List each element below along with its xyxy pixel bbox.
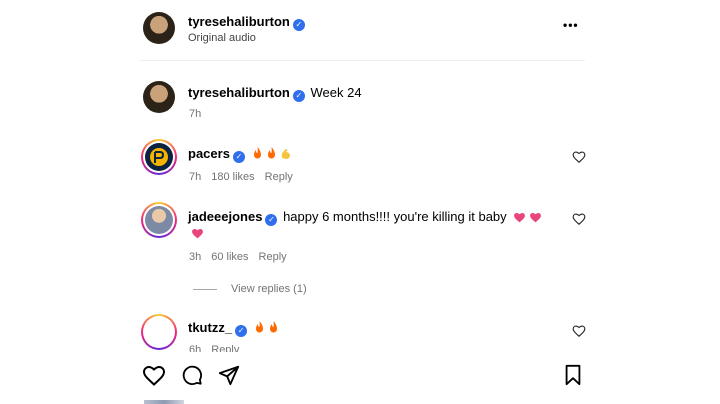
fire-emoji-icon	[253, 147, 261, 159]
comment-likes[interactable]: 60 likes	[211, 251, 248, 263]
fire-emoji-icon	[269, 321, 277, 333]
comment-row-jadeeejones: jadeeejones ✓ happy 6 months!!!! you're k…	[188, 208, 568, 226]
pink-heart-emoji-icon	[192, 228, 203, 239]
comment-row-tkutzz: tkutzz_ ✓	[188, 320, 279, 337]
header-username[interactable]: tyresehaliburton	[188, 14, 290, 29]
caption-username[interactable]: tyresehaliburton	[188, 85, 290, 100]
pink-heart-emoji-icon	[514, 212, 526, 223]
comment-username[interactable]: tkutzz_	[188, 320, 232, 335]
view-replies-line	[193, 289, 217, 290]
comment-time: 7h	[189, 171, 202, 183]
comment-like-heart-icon[interactable]	[572, 150, 586, 164]
verified-badge-icon: ✓	[232, 151, 245, 163]
flexed-bicep-emoji-icon	[281, 149, 290, 159]
caption-time: 7h	[189, 108, 202, 120]
comment-username[interactable]: jadeeejones	[188, 209, 262, 224]
pacers-logo-icon	[150, 148, 168, 166]
header-username-row[interactable]: tyresehaliburton ✓	[188, 13, 305, 31]
header-avatar[interactable]	[143, 12, 175, 44]
comment-text: happy 6 months!!!! you're killing it bab…	[283, 209, 507, 224]
share-icon[interactable]	[218, 364, 240, 386]
verified-badge-icon: ✓	[235, 325, 248, 337]
more-options-icon[interactable]: •••	[563, 18, 579, 32]
verified-badge-icon: ✓	[292, 19, 305, 31]
comment-avatar-pacers[interactable]	[141, 139, 177, 175]
header-divider	[140, 60, 585, 61]
comment-like-heart-icon[interactable]	[572, 212, 586, 226]
fire-emoji-icon	[255, 321, 263, 333]
verified-badge-icon: ✓	[265, 214, 278, 226]
comment-avatar-tkutzz[interactable]	[141, 314, 177, 350]
heart-icon[interactable]	[142, 364, 166, 386]
fire-emoji-icon	[267, 147, 275, 159]
caption-text: Week 24	[310, 85, 362, 100]
comment-meta-jadeeejones: 3h 60 likes Reply	[189, 251, 297, 263]
comment-meta-clip: 6h Reply	[189, 340, 289, 352]
comment-meta-pacers: 7h 180 likes Reply	[189, 171, 303, 183]
reply-button[interactable]: Reply	[211, 344, 239, 352]
caption-row: tyresehaliburton ✓ Week 24	[188, 85, 362, 102]
comment-row-pacers: pacers ✓	[188, 146, 291, 163]
pink-heart-emoji-icon	[530, 212, 542, 223]
reply-button[interactable]: Reply	[259, 251, 287, 263]
comment-time: 6h	[189, 344, 202, 352]
action-bar	[0, 352, 720, 404]
reply-button[interactable]: Reply	[265, 171, 293, 183]
comment-likes[interactable]: 180 likes	[211, 171, 254, 183]
comment-meta-tkutzz: 6h Reply	[189, 344, 289, 352]
view-replies-button[interactable]: View replies (1)	[231, 283, 307, 295]
comment-like-heart-icon[interactable]	[572, 324, 586, 338]
comment-username[interactable]: pacers	[188, 146, 230, 161]
next-post-peek	[144, 400, 184, 404]
header-subtitle[interactable]: Original audio	[188, 32, 256, 44]
comment-time: 3h	[189, 251, 202, 263]
comment-avatar-jadeeejones[interactable]	[141, 202, 177, 238]
comment-icon[interactable]	[181, 364, 203, 386]
caption-avatar[interactable]	[143, 81, 175, 113]
verified-badge-icon: ✓	[292, 90, 305, 102]
bookmark-icon[interactable]	[563, 364, 583, 386]
